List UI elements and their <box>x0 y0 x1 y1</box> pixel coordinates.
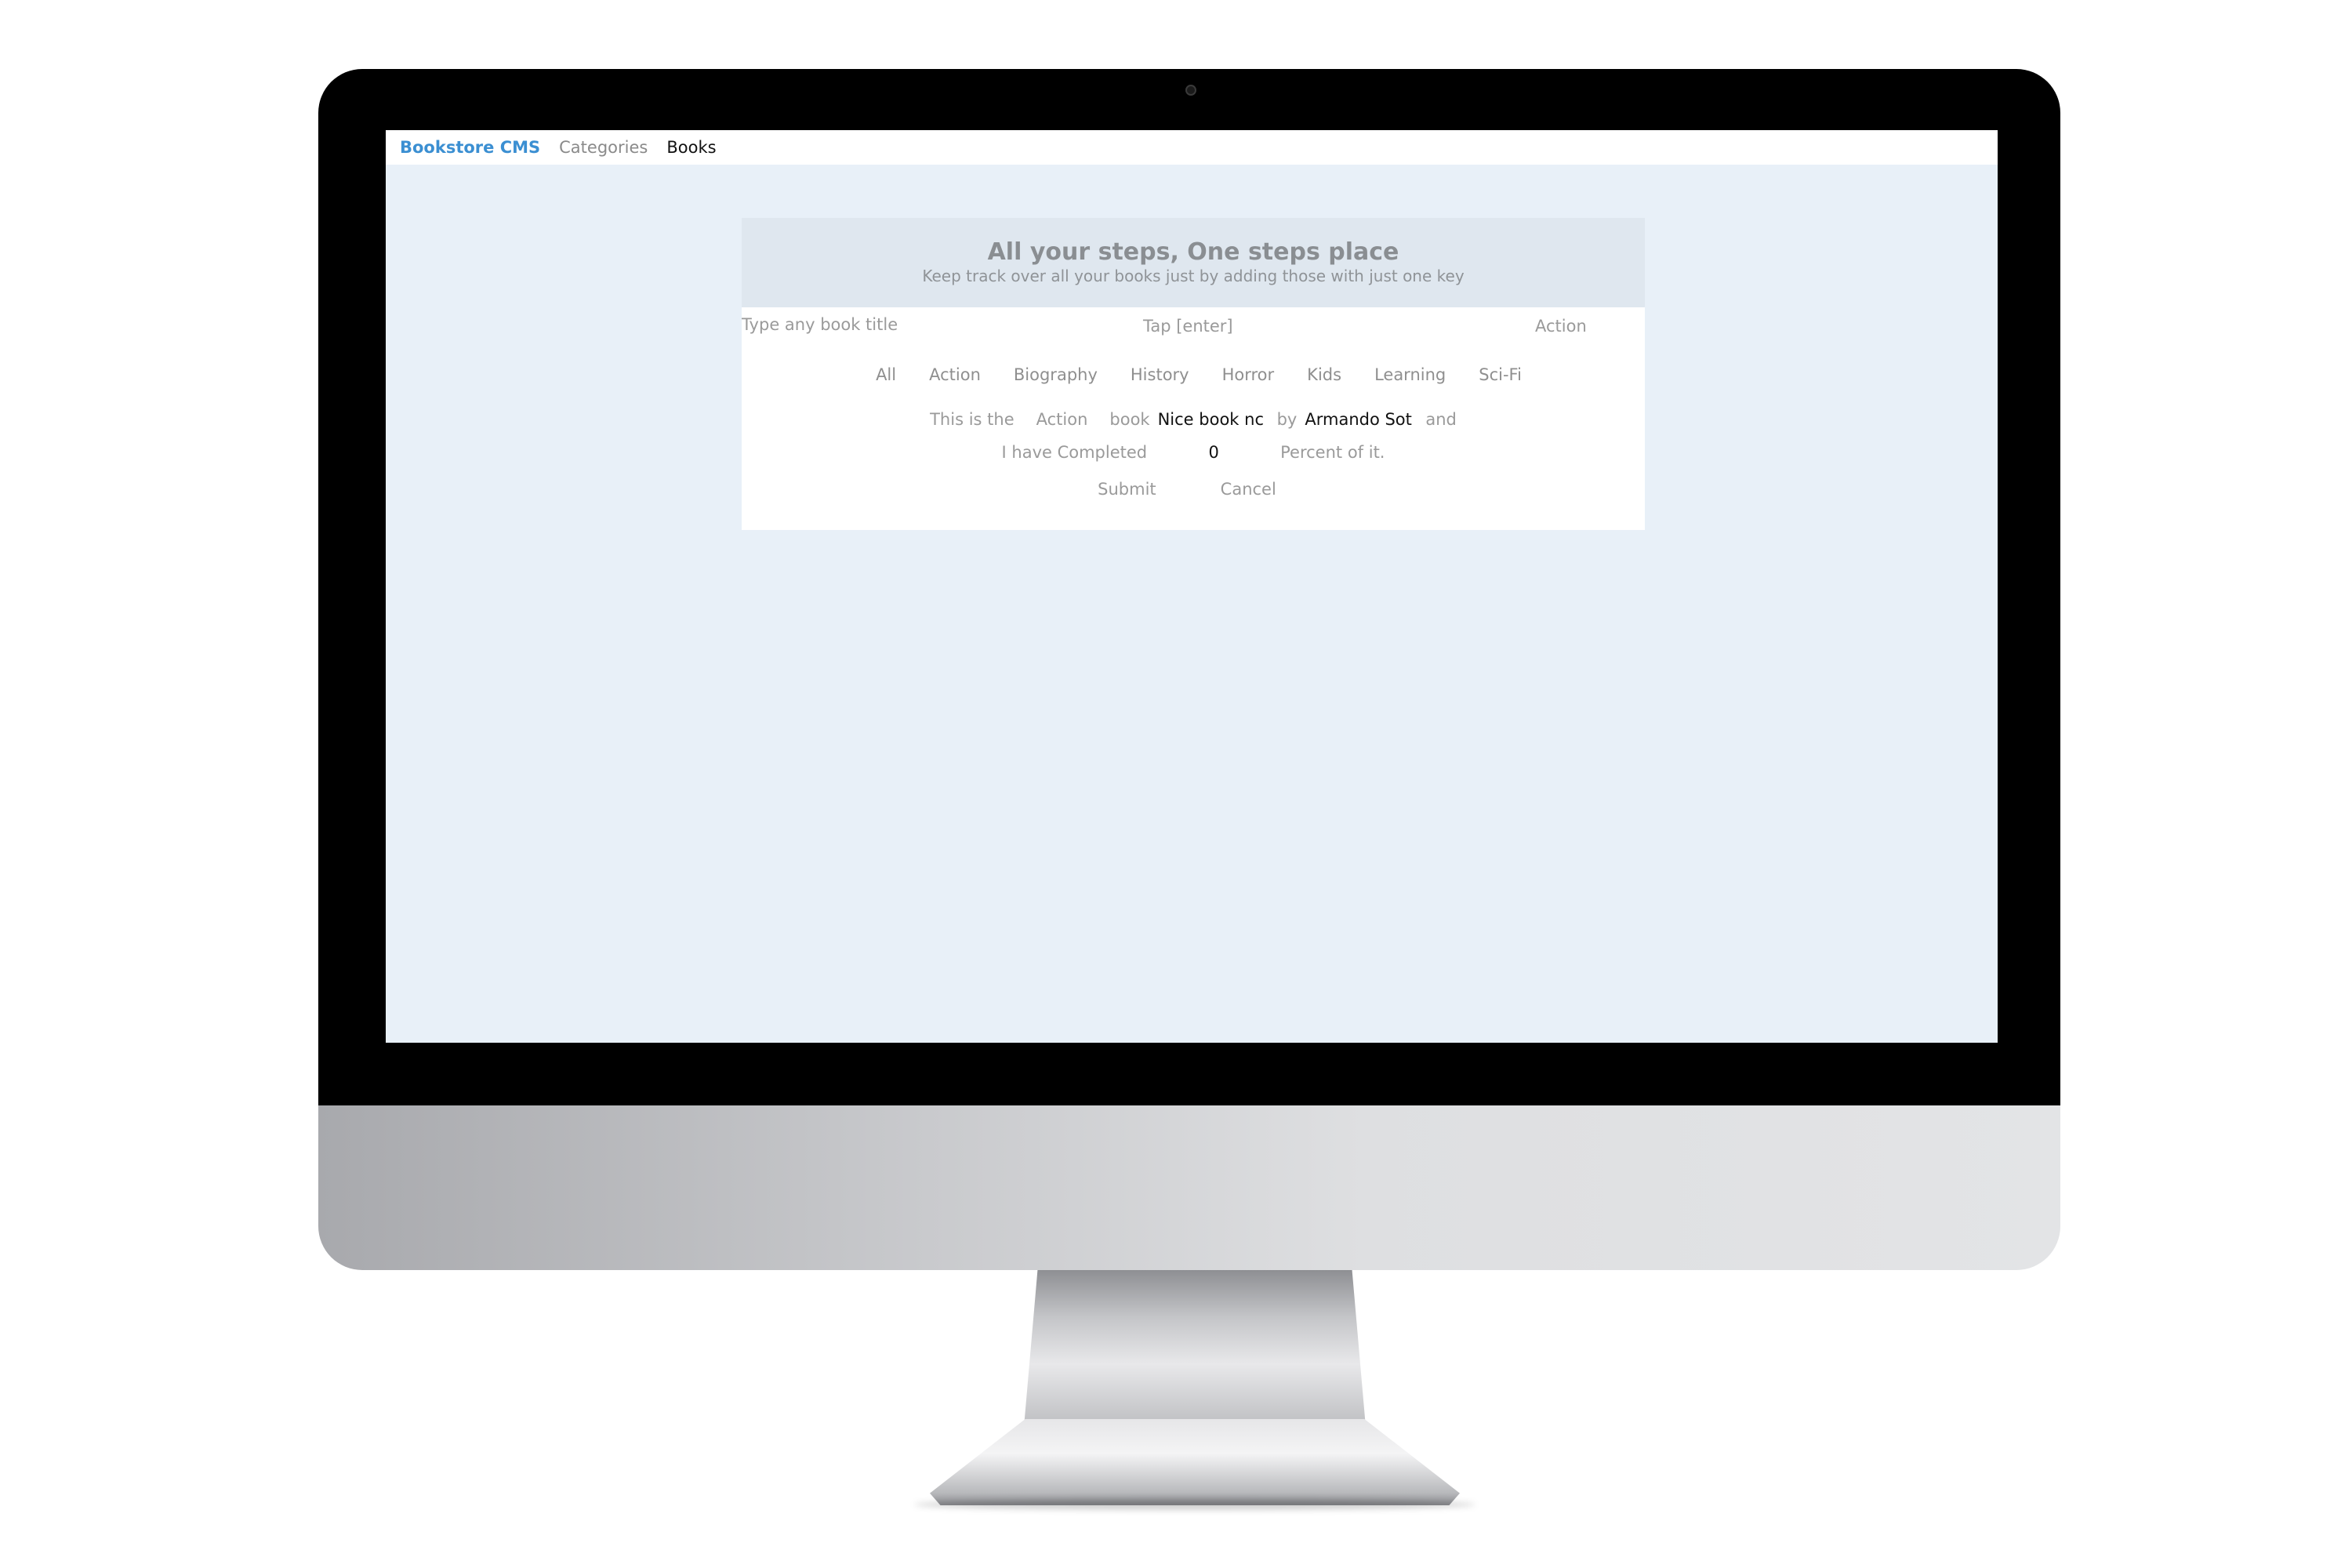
author-input[interactable]: Armando Sot <box>1305 410 1417 429</box>
category-sci-fi[interactable]: Sci-Fi <box>1479 365 1522 384</box>
monitor-stand-base <box>930 1419 1460 1505</box>
percent-input[interactable]: 0 <box>1155 443 1272 462</box>
sentence-text: and <box>1425 410 1457 429</box>
sentence-text: This is the <box>930 410 1014 429</box>
submit-button[interactable]: Submit <box>1098 480 1156 499</box>
sentence-text: I have Completed <box>1001 443 1148 462</box>
sentence-text: book <box>1109 410 1150 429</box>
sentence-line-2: I have Completed 0 Percent of it. <box>742 436 1645 469</box>
form-title: All your steps, One steps place <box>987 238 1399 266</box>
screen: Bookstore CMS Categories Books All your … <box>386 130 1998 1043</box>
nav-link-categories[interactable]: Categories <box>559 138 648 157</box>
category-kids[interactable]: Kids <box>1307 365 1341 384</box>
sentence-line-1: This is the Action book Nice book nc by … <box>742 403 1645 436</box>
form-actions: Submit Cancel <box>742 469 1645 510</box>
camera-icon <box>1185 85 1196 96</box>
monitor-shadow <box>914 1499 1475 1510</box>
category-horror[interactable]: Horror <box>1222 365 1275 384</box>
category-all[interactable]: All <box>876 365 896 384</box>
input-row: Tap [enter] Action <box>742 307 1645 347</box>
monitor-stand <box>1024 1270 1366 1427</box>
category-action[interactable]: Action <box>929 365 981 384</box>
category-history[interactable]: History <box>1131 365 1189 384</box>
category-biography[interactable]: Biography <box>1014 365 1098 384</box>
nav-link-books[interactable]: Books <box>666 138 716 157</box>
sentence-category-select[interactable]: Action <box>1036 410 1088 429</box>
add-book-form: All your steps, One steps place Keep tra… <box>742 218 1645 530</box>
form-header: All your steps, One steps place Keep tra… <box>742 218 1645 307</box>
top-navbar: Bookstore CMS Categories Books <box>386 130 1998 165</box>
book-name-input[interactable]: Nice book nc <box>1158 410 1269 429</box>
book-title-input[interactable] <box>742 315 1071 334</box>
brand-link[interactable]: Bookstore CMS <box>400 138 540 157</box>
monitor-chin <box>318 1105 2060 1270</box>
cancel-button[interactable]: Cancel <box>1221 480 1276 499</box>
category-list: All Action Biography History Horror Kids… <box>742 347 1645 403</box>
tap-enter-hint: Tap [enter] <box>1143 317 1233 336</box>
form-subtitle: Keep track over all your books just by a… <box>922 267 1465 285</box>
category-learning[interactable]: Learning <box>1374 365 1446 384</box>
sentence-text: Percent of it. <box>1280 443 1385 462</box>
category-select[interactable]: Action <box>1535 317 1587 336</box>
sentence-text: by <box>1276 410 1298 429</box>
